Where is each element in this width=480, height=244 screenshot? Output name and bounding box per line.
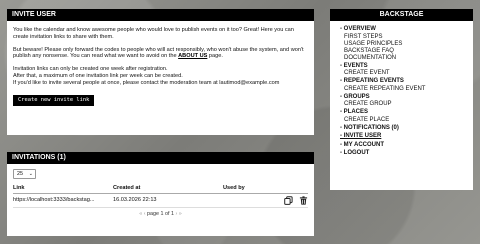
prev-page-button[interactable]: ‹ [144,211,146,217]
last-page-button[interactable]: » [179,211,182,217]
sidebar-item-create-event[interactable]: CREATE EVENT [340,70,463,77]
create-invite-link-button[interactable]: Create new invite link [13,94,95,106]
chevron-down-icon: ⌄ [28,171,33,177]
sidebar-item-groups[interactable]: - GROUPS [340,94,463,102]
sidebar-item-label: - NOTIFICATIONS (0) [340,124,399,131]
sidebar-item-label: - GROUPS [340,93,370,100]
sidebar-item-label: CREATE PLACE [344,116,390,123]
table-row: https://localhost:3333/backstag... 16.03… [13,193,308,208]
intro-text: You like the calendar and know awesome p… [13,27,294,40]
invite-user-title: INVITE USER [7,9,314,21]
invite-link-cell[interactable]: https://localhost:3333/backstag... [13,193,113,208]
invite-user-panel: INVITE USER You like the calendar and kn… [7,9,314,135]
sidebar-item-my-account[interactable]: - MY ACCOUNT [340,142,463,150]
sidebar-item-label: DOCUMENTATION [344,54,397,61]
sidebar-item-label: USAGE PRINCIPLES [344,40,403,47]
sidebar-item-invite-user[interactable]: - INVITE USER [340,133,463,141]
backstage-sidebar: BACKSTAGE - OVERVIEW FIRST STEPS USAGE PRI… [330,9,473,190]
sidebar-item-repeating-events[interactable]: - REPEATING EVENTS [340,78,463,86]
sidebar-item-logout[interactable]: - LOGOUT [340,150,463,158]
sidebar-item-notifications-0[interactable]: - NOTIFICATIONS (0) [340,125,463,133]
sidebar-item-label: - MY ACCOUNT [340,141,384,148]
first-page-button[interactable]: « [139,211,142,217]
pagination: « ‹ page 1 of 1 › » [13,211,308,217]
created-at-cell: 16.03.2026 22:13 [113,193,223,208]
rules-text: Invitation links can only be created one… [13,66,280,86]
sidebar-item-events[interactable]: - EVENTS [340,63,463,71]
backstage-title: BACKSTAGE [330,9,473,21]
invitations-title: INVITATIONS (1) [7,152,314,164]
sidebar-item-usage-principles[interactable]: USAGE PRINCIPLES [340,41,463,48]
sidebar-item-first-steps[interactable]: FIRST STEPS [340,34,463,41]
page-size-select[interactable]: 25 ⌄ [13,169,36,179]
sidebar-item-documentation[interactable]: DOCUMENTATION [340,55,463,62]
column-used-by: Used by [223,183,268,194]
sidebar-item-create-group[interactable]: CREATE GROUP [340,101,463,108]
backstage-menu: - OVERVIEW FIRST STEPS USAGE PRINCIPLES BAC… [330,21,473,162]
sidebar-item-create-repeating-event[interactable]: CREATE REPEATING EVENT [340,86,463,93]
sidebar-item-label: - PLACES [340,109,369,115]
sidebar-item-create-place[interactable]: CREATE PLACE [340,117,463,124]
column-link: Link [13,183,113,194]
about-us-link[interactable]: ABOUT US [178,53,207,59]
sidebar-item-label: - OVERVIEW [340,26,376,32]
sidebar-item-places[interactable]: - PLACES [340,109,463,117]
trash-icon[interactable] [299,195,308,205]
sidebar-item-label: CREATE EVENT [344,70,390,76]
sidebar-item-label: CREATE REPEATING EVENT [344,85,426,92]
used-by-cell [223,193,268,208]
warning-text: But beware! Please only forward the code… [13,46,304,60]
sidebar-item-backstage-faq[interactable]: BACKSTAGE FAQ [340,48,463,55]
sidebar-item-label: - LOGOUT [340,150,370,156]
sidebar-item-label: CREATE GROUP [344,101,392,107]
sidebar-item-label: - REPEATING EVENTS [340,78,404,84]
next-page-button[interactable]: › [175,211,177,217]
sidebar-item-overview[interactable]: - OVERVIEW [340,26,463,34]
page-indicator: page 1 of 1 [147,210,174,217]
invitations-panel: INVITATIONS (1) 25 ⌄ Link Created at Use… [7,152,314,236]
sidebar-item-label: FIRST STEPS [344,33,383,40]
invitations-table: Link Created at Used by https://localhos… [13,183,308,208]
column-created-at: Created at [113,183,223,194]
copy-icon[interactable] [284,195,294,205]
sidebar-item-label: BACKSTAGE FAQ [344,47,394,54]
sidebar-item-label: - INVITE USER [340,133,382,139]
sidebar-item-label: - EVENTS [340,62,368,69]
